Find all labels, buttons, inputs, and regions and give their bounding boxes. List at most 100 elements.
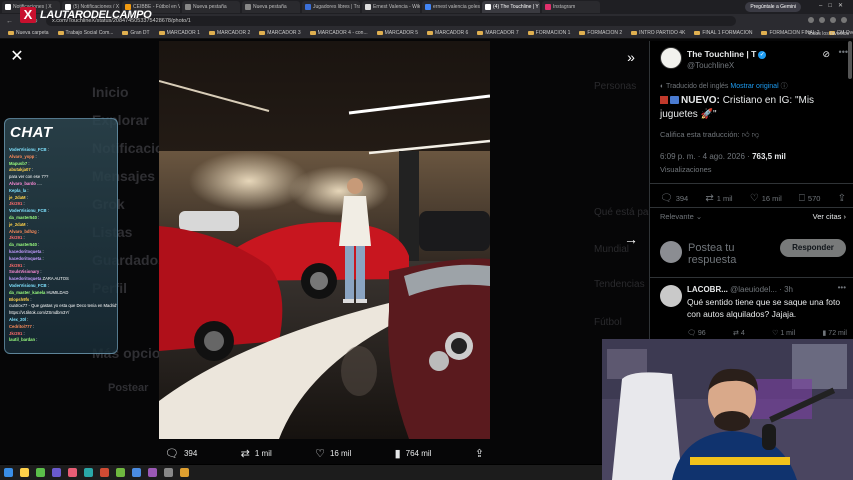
reply-author[interactable]: LACOBR... @laeuiodel... · 3h xyxy=(687,285,793,294)
chat-message: SoulsVisionary : xyxy=(9,269,117,274)
reply-repost-action[interactable]: ⇄ 4 xyxy=(733,329,745,337)
bookmark-item[interactable]: MARCADOR 3 xyxy=(259,30,301,36)
ask-gemini-button[interactable]: Pregúntale a Gemini xyxy=(745,2,801,12)
more-options-icon[interactable]: ••• xyxy=(839,47,848,57)
browser-tab[interactable]: Jugadores libres | Tra xyxy=(302,1,360,13)
taskbar-app-icon[interactable] xyxy=(132,468,141,477)
bookmark-item[interactable]: FINAL 1 FORMACION xyxy=(694,30,752,36)
bookmark-item[interactable]: MARCADOR 6 xyxy=(426,30,468,36)
tweet-photo[interactable] xyxy=(159,41,490,439)
like-action[interactable]: ♡ 16 mil xyxy=(750,193,782,204)
tweet-panel: The Touchline | T ✓ @TouchlineX ⊘ ••• ◐ T… xyxy=(649,41,853,341)
chat-username: SoulsVisionary xyxy=(9,269,40,275)
chat-username: VoderVisionu_FCB xyxy=(9,208,47,214)
browser-tab[interactable]: Nueva pestaña xyxy=(242,1,300,13)
bookmark-item[interactable]: FORMACION 1 xyxy=(527,30,570,36)
thumbs-up-icon[interactable]: 👍︎ xyxy=(742,130,750,139)
taskbar-app-icon[interactable] xyxy=(148,468,157,477)
taskbar-app-icon[interactable] xyxy=(116,468,125,477)
reply-sort-row: Relevante ⌄ Ver citas › xyxy=(660,212,846,221)
author-handle[interactable]: @TouchlineX xyxy=(687,61,734,70)
divider xyxy=(650,207,853,208)
see-quotes-link[interactable]: Ver citas › xyxy=(813,212,846,221)
reply-views-action[interactable]: ▮ 72 mil xyxy=(823,329,847,337)
taskbar-app-icon[interactable] xyxy=(4,468,13,477)
sort-label: Relevante xyxy=(660,212,694,221)
extension-icon[interactable] xyxy=(830,17,836,23)
bookmark-item[interactable]: Nueva carpeta xyxy=(8,30,49,36)
avatar[interactable] xyxy=(660,285,682,307)
tweet-author: The Touchline | T ✓ @TouchlineX ⊘ ••• xyxy=(660,47,850,75)
thumbs-down-icon[interactable]: 👎︎ xyxy=(752,130,760,139)
all-bookmarks-link[interactable]: Todos los favoritos xyxy=(808,31,849,37)
author-name[interactable]: The Touchline | T ✓ xyxy=(687,49,767,59)
bookmark-item[interactable]: MARCADOR 5 xyxy=(376,30,418,36)
share-stat[interactable]: ⇪ xyxy=(475,447,484,460)
more-options-icon[interactable]: ••• xyxy=(838,283,846,292)
bookmark-item[interactable]: MARCADOR 4 - con... xyxy=(309,30,368,36)
reply-repost-count: 4 xyxy=(740,330,745,337)
extension-icon[interactable] xyxy=(819,17,825,23)
reply-icon: 🗨 xyxy=(660,193,673,204)
close-icon[interactable]: ✕ xyxy=(8,48,26,66)
reply-like-action[interactable]: ♡ 1 mil xyxy=(772,329,795,337)
reply-action[interactable]: 🗨 394 xyxy=(660,193,688,204)
bookmark-item[interactable]: INTRO PARTIDO 4K xyxy=(631,30,685,36)
taskbar-app-icon[interactable] xyxy=(52,468,61,477)
reply-stat[interactable]: 🗨 394 xyxy=(165,447,197,460)
author-name-text: The Touchline | T xyxy=(687,49,757,59)
tweet-time[interactable]: 6:09 p. m. · 4 ago. 2026 · xyxy=(660,152,750,161)
avatar[interactable] xyxy=(660,47,682,69)
show-original-link[interactable]: Mostrar original xyxy=(730,83,778,90)
bookmark-item[interactable]: Trabajo Social Com... xyxy=(57,30,113,36)
share-action[interactable]: ⇪ xyxy=(838,193,846,204)
extensions-area xyxy=(808,17,847,23)
chat-message: Jkr291 : xyxy=(9,201,117,206)
sort-dropdown[interactable]: Relevante ⌄ xyxy=(660,212,702,221)
repost-action[interactable]: ⇄ 1 mil xyxy=(705,193,732,204)
repost-stat[interactable]: ⇄ 1 mil xyxy=(241,447,272,460)
browser-tab[interactable]: (4) The Touchline | Y xyxy=(482,1,540,13)
taskbar-app-icon[interactable] xyxy=(36,468,45,477)
folder-icon xyxy=(527,31,534,35)
browser-tab[interactable]: Instagram xyxy=(542,1,600,13)
grok-icon[interactable]: ⊘ xyxy=(822,49,830,60)
reply-reply-action[interactable]: 🗨 96 xyxy=(687,329,706,337)
collapse-panel-icon[interactable]: » xyxy=(622,48,640,66)
window-controls-icon[interactable]: –□✕ xyxy=(819,2,849,9)
chat-text: : xyxy=(46,283,49,288)
bookmark-item[interactable]: Gran DT xyxy=(122,30,150,36)
bookmark-item[interactable]: MARCADOR 7 xyxy=(477,30,519,36)
chat-text: : xyxy=(46,147,49,152)
extension-icon[interactable] xyxy=(808,17,814,23)
bookmark-action[interactable]: ⎕ 570 xyxy=(799,193,821,204)
reply-input[interactable]: Postea tu respuesta xyxy=(688,242,768,266)
info-icon[interactable]: ⓘ xyxy=(781,83,788,90)
like-stat[interactable]: ♡ 16 mil xyxy=(315,447,351,460)
taskbar-app-icon[interactable] xyxy=(180,468,189,477)
taskbar-app-icon[interactable] xyxy=(20,468,29,477)
taskbar-app-icon[interactable] xyxy=(84,468,93,477)
views-stat[interactable]: ▮ 764 mil xyxy=(395,447,432,460)
avatar xyxy=(660,241,682,263)
arrow-right-icon[interactable]: → xyxy=(622,230,640,248)
browser-tab[interactable]: ernest valencia goles xyxy=(422,1,480,13)
tab-favicon-icon xyxy=(365,4,371,10)
reply-button[interactable]: Responder xyxy=(780,239,846,257)
bookmark-label: MARCADOR 7 xyxy=(485,30,519,36)
chat-message: Alvaro_yopp : xyxy=(9,154,117,159)
taskbar-app-icon[interactable] xyxy=(68,468,77,477)
scrollbar[interactable] xyxy=(848,41,852,79)
profile-icon[interactable] xyxy=(841,17,847,23)
folder-icon xyxy=(631,31,638,35)
tab-favicon-icon xyxy=(245,4,251,10)
bookmark-item[interactable]: MARCADOR 1 xyxy=(158,30,200,36)
browser-tab[interactable]: Nueva pestaña xyxy=(182,1,240,13)
chat-message: Blopsh9fs : xyxy=(9,297,117,302)
taskbar-app-icon[interactable] xyxy=(100,468,109,477)
back-icon[interactable]: ← xyxy=(6,18,13,25)
browser-tab[interactable]: Ernest Valencia - Wiki xyxy=(362,1,420,13)
taskbar-app-icon[interactable] xyxy=(164,468,173,477)
bookmark-item[interactable]: FORMACION 2 xyxy=(579,30,622,36)
bookmark-item[interactable]: MARCADOR 2 xyxy=(208,30,250,36)
